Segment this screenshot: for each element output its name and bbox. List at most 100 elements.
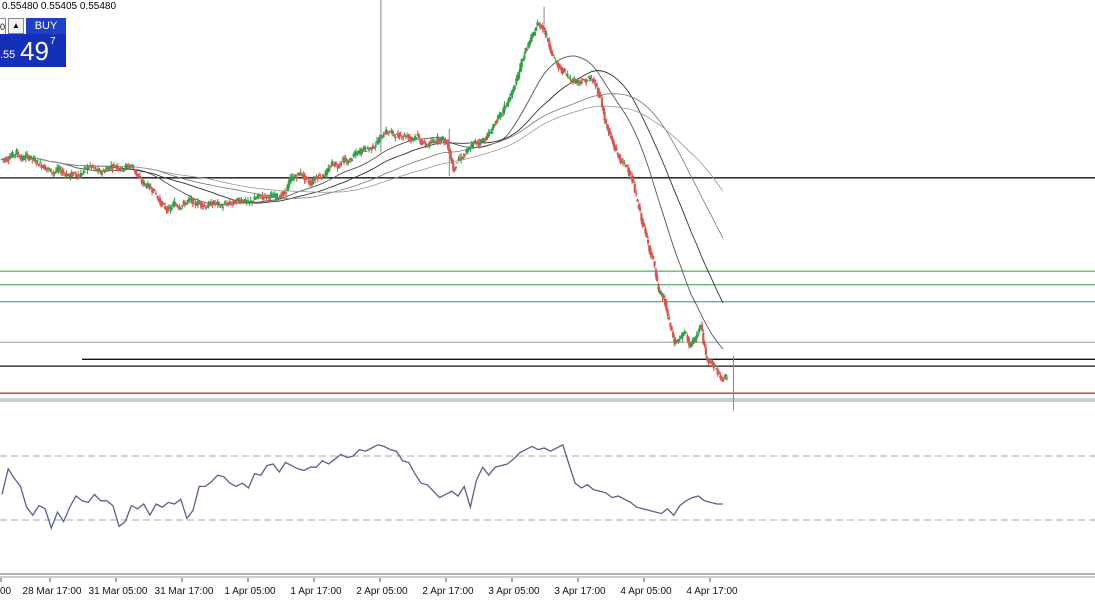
candle-body bbox=[366, 147, 369, 149]
chart-background bbox=[0, 0, 1095, 600]
x-tick-label: 28 Mar 17:00 bbox=[23, 586, 82, 597]
candle-body bbox=[620, 158, 623, 160]
candle-body bbox=[623, 162, 626, 164]
candle-body bbox=[608, 130, 611, 135]
candle-body bbox=[716, 369, 719, 375]
candle-body bbox=[595, 83, 598, 87]
candle-body bbox=[153, 189, 156, 191]
candle-body bbox=[260, 198, 263, 199]
candle-body bbox=[714, 365, 717, 367]
candle-body bbox=[657, 285, 660, 290]
candle-body bbox=[715, 368, 718, 370]
buy-button[interactable]: BUY bbox=[26, 18, 66, 34]
x-tick-label: 4 Apr 17:00 bbox=[686, 586, 738, 597]
candle-body bbox=[186, 200, 189, 202]
candle-body bbox=[27, 155, 30, 160]
candle-body bbox=[558, 66, 561, 68]
candle-body bbox=[104, 169, 107, 172]
candle-body bbox=[450, 158, 454, 164]
candle-body bbox=[225, 203, 229, 206]
candle-body bbox=[120, 166, 123, 169]
candle-body bbox=[471, 142, 475, 147]
candle-body bbox=[356, 152, 359, 156]
candle-body bbox=[500, 113, 504, 115]
candle-body bbox=[293, 176, 296, 180]
candle-body bbox=[668, 317, 671, 320]
candle-body bbox=[373, 147, 376, 149]
candle-body bbox=[491, 126, 494, 131]
candle-body bbox=[687, 337, 690, 345]
candle-body bbox=[221, 207, 225, 209]
buy-price-button[interactable]: .55 49 7 bbox=[0, 34, 66, 67]
candle-body bbox=[365, 150, 368, 152]
candle-body bbox=[266, 195, 269, 196]
candle-body bbox=[457, 159, 460, 161]
candle-body bbox=[33, 159, 36, 162]
candle-body bbox=[645, 232, 648, 238]
candle-body bbox=[721, 378, 725, 382]
candle-body bbox=[139, 176, 142, 178]
candle-body bbox=[368, 149, 371, 151]
candle-body bbox=[39, 162, 42, 164]
candle-body bbox=[625, 165, 629, 167]
candle-body bbox=[37, 164, 40, 167]
candle-body bbox=[329, 165, 332, 167]
candle-body bbox=[671, 332, 675, 338]
candle-body bbox=[182, 201, 185, 204]
candle-body bbox=[529, 37, 532, 43]
candle-body bbox=[712, 362, 715, 369]
candle-body bbox=[518, 72, 521, 79]
candle-body bbox=[391, 131, 394, 134]
candle-body bbox=[211, 203, 214, 206]
candle-body bbox=[304, 175, 307, 180]
candle-body bbox=[720, 376, 723, 378]
candle-body bbox=[265, 196, 268, 199]
candle-body bbox=[220, 204, 223, 207]
chart-area[interactable]: 00 28 Mar 17:00 31 Mar 05:00 31 Mar 17:00 1 … bbox=[0, 0, 1095, 600]
candle-body bbox=[154, 193, 157, 195]
candle-body bbox=[149, 186, 152, 189]
candle-body bbox=[533, 32, 536, 36]
candle-body bbox=[181, 204, 184, 207]
candle-body bbox=[582, 79, 585, 81]
candle-body bbox=[16, 152, 19, 155]
candle-body bbox=[612, 141, 615, 147]
candle-body bbox=[618, 154, 621, 159]
candle-body bbox=[193, 199, 196, 201]
candle-body bbox=[156, 195, 159, 198]
candle-body bbox=[136, 173, 139, 176]
candle-body bbox=[103, 171, 106, 173]
x-tick-label: 31 Mar 17:00 bbox=[155, 586, 214, 597]
candle-body bbox=[132, 167, 135, 169]
candle-body bbox=[685, 332, 688, 333]
candle-body bbox=[212, 200, 215, 204]
candle-body bbox=[231, 203, 234, 205]
candle-body bbox=[464, 154, 467, 156]
candle-body bbox=[116, 165, 119, 169]
candle-body bbox=[79, 173, 82, 178]
candle-body bbox=[270, 194, 273, 196]
candle-body bbox=[639, 207, 642, 211]
candle-body bbox=[125, 165, 129, 166]
candle-body bbox=[636, 199, 639, 202]
candle-body bbox=[702, 332, 705, 344]
candle-body bbox=[724, 374, 727, 377]
candle-body bbox=[585, 79, 588, 84]
lot-up-arrow-icon[interactable]: ▲ bbox=[8, 18, 24, 34]
candle-body bbox=[461, 157, 464, 159]
candle-body bbox=[237, 199, 240, 201]
candle-body bbox=[695, 335, 698, 339]
candle-body bbox=[348, 161, 351, 163]
candle-body bbox=[82, 171, 85, 173]
candle-body bbox=[407, 135, 410, 140]
candle-body bbox=[240, 199, 243, 201]
candle-body bbox=[548, 40, 551, 47]
candle-body bbox=[600, 98, 604, 108]
candle-body bbox=[628, 170, 631, 176]
candle-body bbox=[328, 169, 331, 171]
candle-body bbox=[333, 161, 336, 167]
candle-body bbox=[152, 188, 155, 193]
candle-body bbox=[119, 169, 122, 171]
candle-body bbox=[564, 69, 567, 72]
candle-body bbox=[633, 183, 636, 193]
